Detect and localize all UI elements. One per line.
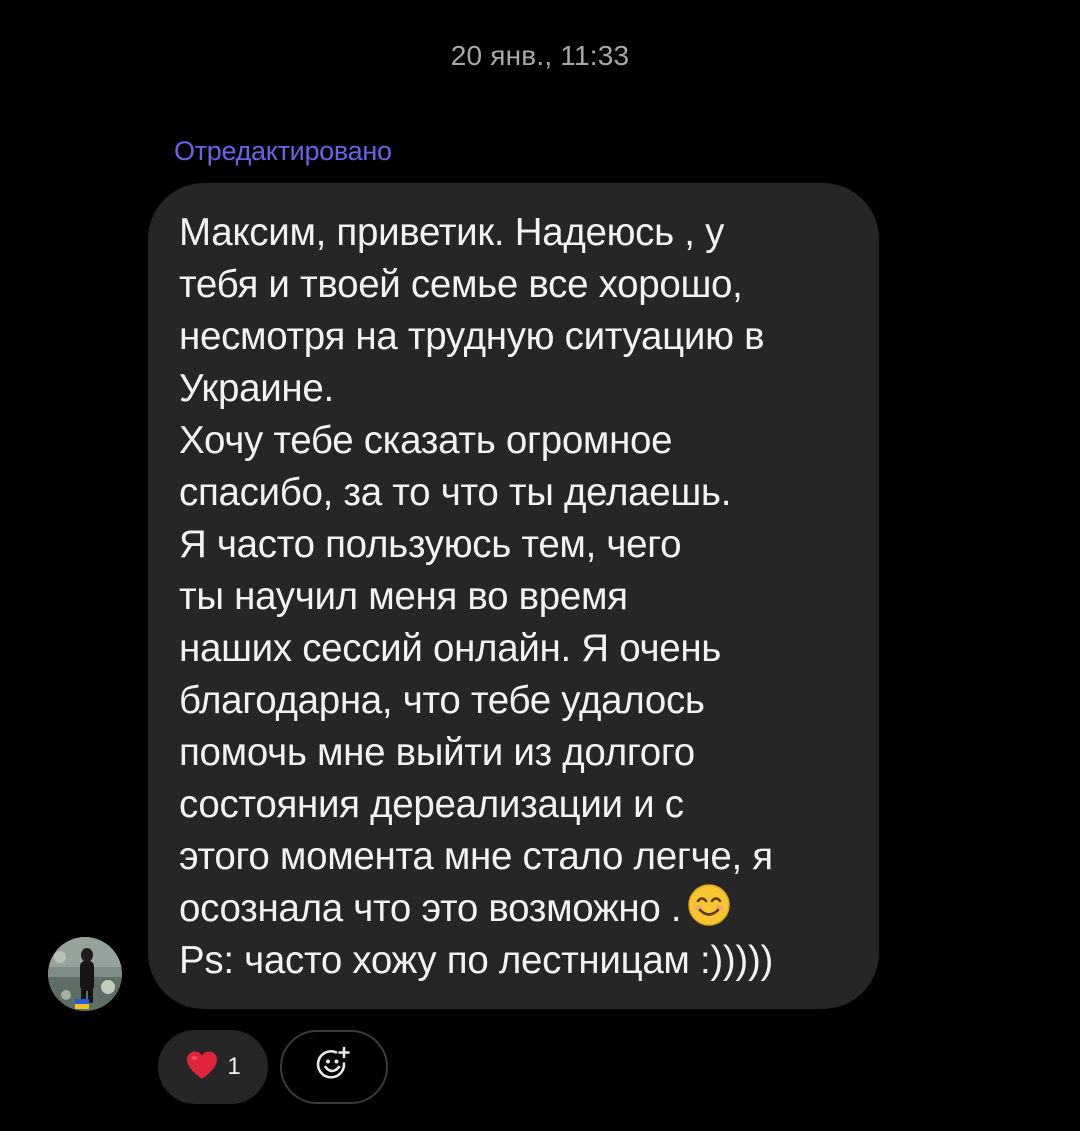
message-line: Хочу тебе сказать огромное (179, 419, 673, 462)
edited-label[interactable]: Отредактировано (174, 132, 392, 170)
message-line: Я часто пользуюсь тем, чего (179, 523, 682, 566)
message-line-text: осознала что это возможно . (179, 887, 682, 930)
message-line: Максим, приветик. Надеюсь , у (179, 211, 725, 254)
add-reaction-icon (315, 1046, 353, 1089)
message-timestamp: 20 янв., 11:33 (450, 40, 630, 71)
reaction-count: 1 (227, 1053, 241, 1080)
message-line: состояния дереализации и с (179, 783, 684, 826)
message-line: ты научил меня во время (179, 575, 628, 618)
message-line: этого момента мне стало легче, я (179, 835, 773, 878)
sender-avatar[interactable] (48, 937, 122, 1011)
message-bubble[interactable]: Максим, приветик. Надеюсь , у тебя и тво… (148, 183, 879, 1009)
message-line: помочь мне выйти из долгого (179, 731, 695, 774)
message-line: тебя и твоей семье все хорошо, (179, 263, 743, 306)
message-line: Украине. (179, 367, 334, 410)
smiling-face-icon (687, 883, 731, 927)
avatar-photo (48, 937, 122, 1011)
heart-icon (185, 1050, 219, 1085)
heart-reaction-button[interactable]: 1 (158, 1030, 268, 1104)
message-line: несмотря на трудную ситуацию в (179, 315, 765, 358)
message-line: Ps: часто хожу по лестницам :))))) (179, 939, 773, 982)
message-line: наших сессий онлайн. Я очень (179, 627, 722, 670)
add-reaction-button[interactable] (280, 1030, 388, 1104)
message-line-with-emoji: осознала что это возможно . (179, 883, 849, 935)
message-line: благодарна, что тебе удалось (179, 679, 705, 722)
message-line: спасибо, за то что ты делаешь. (179, 471, 732, 514)
